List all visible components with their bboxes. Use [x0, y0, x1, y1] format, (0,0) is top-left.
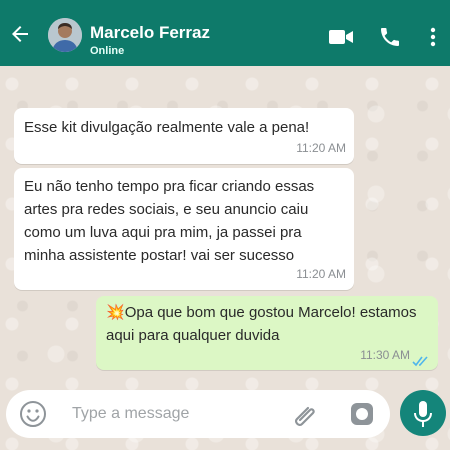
message-text-content: Opa que bom que gostou Marcelo! estamos …: [106, 304, 417, 344]
camera-icon[interactable]: [348, 400, 376, 428]
microphone-icon: [414, 401, 432, 427]
more-vertical-icon[interactable]: [425, 25, 441, 49]
contact-name[interactable]: Marcelo Ferraz: [90, 23, 210, 43]
avatar[interactable]: [48, 18, 82, 52]
message-bubble-outgoing[interactable]: 💥Opa que bom que gostou Marcelo! estamos…: [96, 296, 438, 370]
message-bubble-incoming[interactable]: Eu não tenho tempo pra ficar criando ess…: [14, 168, 354, 290]
emoji-icon[interactable]: [18, 399, 48, 429]
video-call-icon[interactable]: [327, 25, 355, 49]
phone-icon[interactable]: [378, 25, 402, 49]
message-time: 11:20 AM: [296, 267, 346, 281]
message-time: 11:20 AM: [296, 141, 346, 155]
message-bubble-incoming[interactable]: Esse kit divulgação realmente vale a pen…: [14, 108, 354, 164]
chat-header: Marcelo Ferraz Online: [0, 0, 450, 66]
voice-message-button[interactable]: [400, 390, 446, 436]
message-composer: Type a message: [6, 390, 390, 438]
collision-emoji: 💥: [106, 304, 125, 321]
read-receipt-icon: [412, 356, 428, 367]
message-text: Esse kit divulgação realmente vale a pen…: [24, 119, 310, 136]
chat-screen: Marcelo Ferraz Online Esse kit divulgaçã…: [0, 0, 450, 450]
paperclip-icon[interactable]: [292, 400, 318, 428]
contact-status: Online: [90, 45, 125, 57]
back-arrow-icon[interactable]: [8, 22, 32, 46]
message-text: 💥Opa que bom que gostou Marcelo! estamos…: [106, 301, 428, 347]
message-text: Eu não tenho tempo pra ficar criando ess…: [24, 178, 315, 264]
message-time: 11:30 AM: [360, 348, 410, 362]
message-input[interactable]: Type a message: [72, 405, 189, 423]
